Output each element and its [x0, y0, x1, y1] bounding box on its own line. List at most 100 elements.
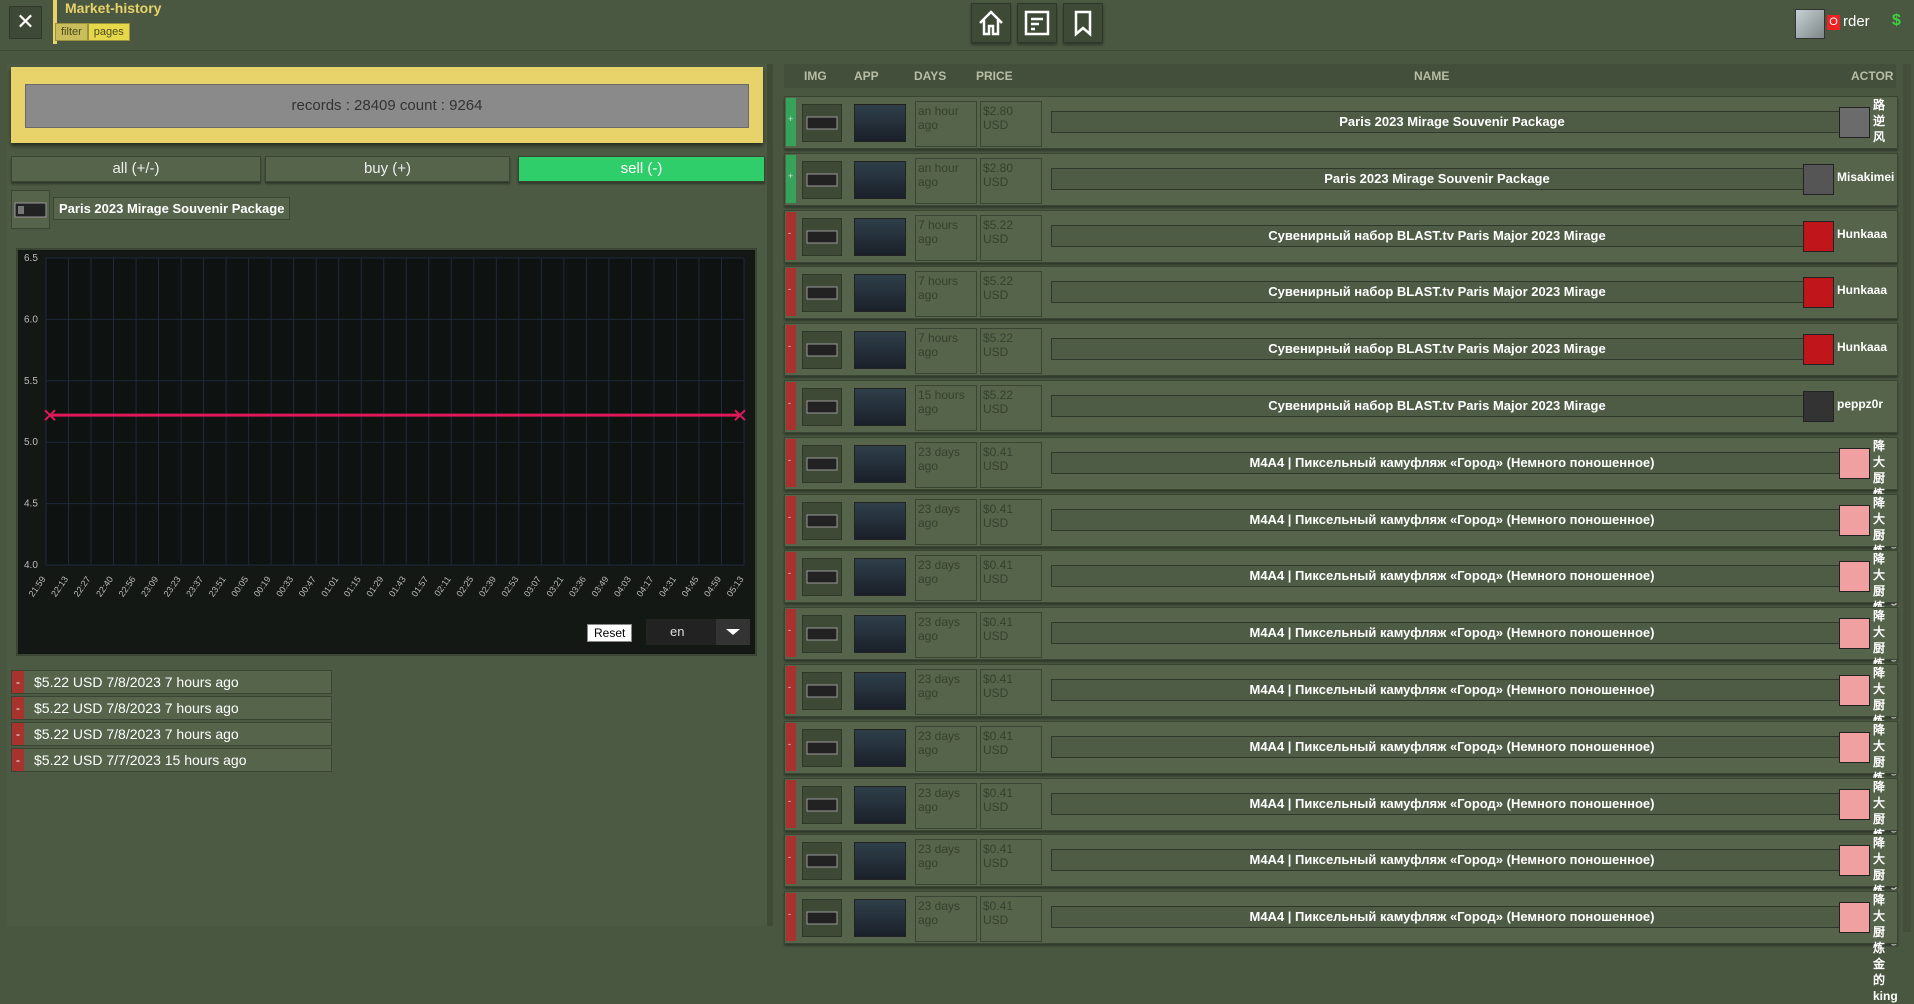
reset-button[interactable]: Reset: [587, 624, 633, 642]
side-sign: -: [788, 739, 791, 749]
language-value: en: [670, 624, 685, 639]
language-select[interactable]: en: [646, 619, 750, 645]
table-row[interactable]: - 7 hours ago $5.22 USD Сувенирный набор BL…: [784, 210, 1898, 263]
x-tick-label: 22:56: [117, 574, 138, 598]
item-name[interactable]: M4A4 | Пиксельный камуфляж «Город» (Немн…: [1051, 679, 1853, 701]
item-name[interactable]: M4A4 | Пиксельный камуфляж «Город» (Немн…: [1051, 622, 1853, 644]
right-scrollbar[interactable]: [1903, 64, 1911, 932]
bookmark-button[interactable]: [1063, 3, 1103, 43]
item-name[interactable]: M4A4 | Пиксельный камуфляж «Город» (Немн…: [1051, 565, 1853, 587]
actor-name[interactable]: Hunkaaa: [1837, 227, 1887, 241]
history-row[interactable]: - $5.22 USD 7/8/2023 7 hours ago: [11, 696, 332, 720]
item-name[interactable]: Сувенирный набор BLAST.tv Paris Major 20…: [1051, 338, 1823, 360]
app-icon: [854, 331, 906, 369]
item-image: [802, 218, 842, 256]
price-cell: $0.41 USD: [980, 612, 1042, 658]
item-name[interactable]: M4A4 | Пиксельный камуфляж «Город» (Немн…: [1051, 906, 1853, 928]
x-tick-label: 02:39: [477, 574, 498, 598]
days-cell: 23 days ago: [915, 839, 977, 885]
history-row[interactable]: - $5.22 USD 7/7/2023 15 hours ago: [11, 748, 332, 772]
side-marker: -: [786, 268, 796, 316]
table-row[interactable]: - 23 days ago $0.41 USD M4A4 | Пиксельный к…: [784, 891, 1898, 1003]
item-name[interactable]: Сувенирный набор BLAST.tv Paris Major 20…: [1051, 225, 1823, 247]
side-sign: -: [788, 341, 791, 351]
x-tick-label: 05:13: [725, 574, 746, 598]
price-cell: $5.22 USD: [980, 215, 1042, 261]
tab-filter[interactable]: filter: [55, 23, 88, 41]
user-name[interactable]: rder: [1843, 13, 1870, 30]
user-avatar[interactable]: [1795, 9, 1825, 39]
actor-avatar: [1839, 505, 1870, 536]
side-sign: -: [788, 852, 791, 862]
table-row[interactable]: + an hour ago $2.80 USD Paris 2023 Mirage S…: [784, 96, 1898, 149]
item-name[interactable]: M4A4 | Пиксельный камуфляж «Город» (Немн…: [1051, 849, 1853, 871]
records-text: records : 28409 count : 9264: [25, 84, 749, 128]
table-row[interactable]: + an hour ago $2.80 USD Paris 2023 Mirage S…: [784, 153, 1898, 206]
table-row[interactable]: - 23 days ago $0.41 USD M4A4 | Пиксельный к…: [784, 437, 1898, 549]
filter-sell-button[interactable]: sell (-): [518, 156, 765, 182]
x-tick-label: 00:47: [297, 574, 318, 598]
document-button[interactable]: [1017, 3, 1057, 43]
filter-buy-button[interactable]: buy (+): [265, 156, 510, 182]
table-row[interactable]: - 23 days ago $0.41 USD M4A4 | Пиксельный к…: [784, 607, 1898, 719]
item-name[interactable]: Сувенирный набор BLAST.tv Paris Major 20…: [1051, 395, 1823, 417]
tab-pages[interactable]: pages: [87, 23, 130, 41]
close-button[interactable]: ✕: [9, 6, 42, 39]
actor-avatar: [1839, 845, 1870, 876]
item-name[interactable]: Paris 2023 Mirage Souvenir Package: [1051, 111, 1853, 133]
table-row[interactable]: - 7 hours ago $5.22 USD Сувенирный набор BL…: [784, 323, 1898, 376]
chart-svg[interactable]: 21:59 22:13 22:27 22:40 22:56 23:09 23:23 23:37…: [18, 250, 755, 654]
actor-name[interactable]: Misakimei: [1837, 170, 1894, 184]
x-tick-label: 01:43: [387, 574, 408, 598]
x-tick-label: 02:25: [454, 574, 475, 598]
side-marker: +: [786, 98, 796, 146]
table-row[interactable]: - 23 days ago $0.41 USD M4A4 | Пиксельный к…: [784, 721, 1898, 833]
item-name[interactable]: Сувенирный набор BLAST.tv Paris Major 20…: [1051, 281, 1823, 303]
item-name[interactable]: M4A4 | Пиксельный камуфляж «Город» (Немн…: [1051, 736, 1853, 758]
actor-name[interactable]: Hunkaaa: [1837, 283, 1887, 297]
document-icon: [1024, 10, 1050, 36]
days-cell: 23 days ago: [915, 555, 977, 601]
actor-name[interactable]: 路逆风: [1873, 97, 1895, 145]
x-tick-label: 02:53: [499, 574, 520, 598]
filter-all-button[interactable]: all (+/-): [11, 156, 261, 182]
item-name[interactable]: M4A4 | Пиксельный камуфляж «Город» (Немн…: [1051, 509, 1853, 531]
actor-avatar: [1803, 391, 1834, 422]
price-chart: 21:59 22:13 22:27 22:40 22:56 23:09 23:23 23:37…: [16, 248, 757, 656]
item-name[interactable]: M4A4 | Пиксельный камуфляж «Город» (Немн…: [1051, 793, 1853, 815]
home-button[interactable]: [971, 3, 1011, 43]
actor-name[interactable]: Hunkaaa: [1837, 340, 1887, 354]
table-row[interactable]: - 15 hours ago $5.22 USD Сувенирный набор B…: [784, 380, 1898, 433]
x-tick-label: 22:40: [94, 574, 115, 598]
home-icon: [979, 10, 1003, 36]
table-row[interactable]: - 23 days ago $0.41 USD M4A4 | Пиксельный к…: [784, 778, 1898, 890]
x-tick-label: 04:59: [702, 574, 723, 598]
actor-name[interactable]: 降大厨炼金的king: [1873, 892, 1898, 1004]
item-name[interactable]: M4A4 | Пиксельный камуфляж «Город» (Немн…: [1051, 452, 1853, 474]
actor-avatar: [1839, 107, 1870, 138]
days-cell: 23 days ago: [915, 896, 977, 942]
history-row[interactable]: - $5.22 USD 7/8/2023 7 hours ago: [11, 670, 332, 694]
left-scrollbar[interactable]: [767, 64, 773, 926]
side-marker: -: [786, 212, 796, 260]
app-icon: [854, 388, 906, 426]
plot-area: [46, 258, 744, 565]
actor-name[interactable]: peppz0r: [1837, 397, 1883, 411]
side-marker: -: [786, 780, 796, 828]
app-icon: [854, 729, 906, 767]
x-tick-label: 04:45: [679, 574, 700, 598]
table-row[interactable]: - 23 days ago $0.41 USD M4A4 | Пиксельный к…: [784, 550, 1898, 662]
item-image: [802, 786, 842, 824]
history-row[interactable]: - $5.22 USD 7/8/2023 7 hours ago: [11, 722, 332, 746]
table-row[interactable]: - 7 hours ago $5.22 USD Сувенирный набор BL…: [784, 266, 1898, 319]
actor-avatar: [1839, 675, 1870, 706]
item-name[interactable]: Paris 2023 Mirage Souvenir Package: [1051, 168, 1823, 190]
price-cell: $2.80 USD: [980, 158, 1042, 204]
table-row[interactable]: - 23 days ago $0.41 USD M4A4 | Пиксельный к…: [784, 664, 1898, 776]
table-row[interactable]: - 23 days ago $0.41 USD M4A4 | Пиксельный к…: [784, 494, 1898, 606]
header-img: IMG: [804, 69, 827, 83]
item-image: [802, 899, 842, 937]
table-row[interactable]: - 23 days ago $0.41 USD M4A4 | Пиксельный к…: [784, 834, 1898, 946]
days-cell: 23 days ago: [915, 442, 977, 488]
days-cell: 23 days ago: [915, 783, 977, 829]
